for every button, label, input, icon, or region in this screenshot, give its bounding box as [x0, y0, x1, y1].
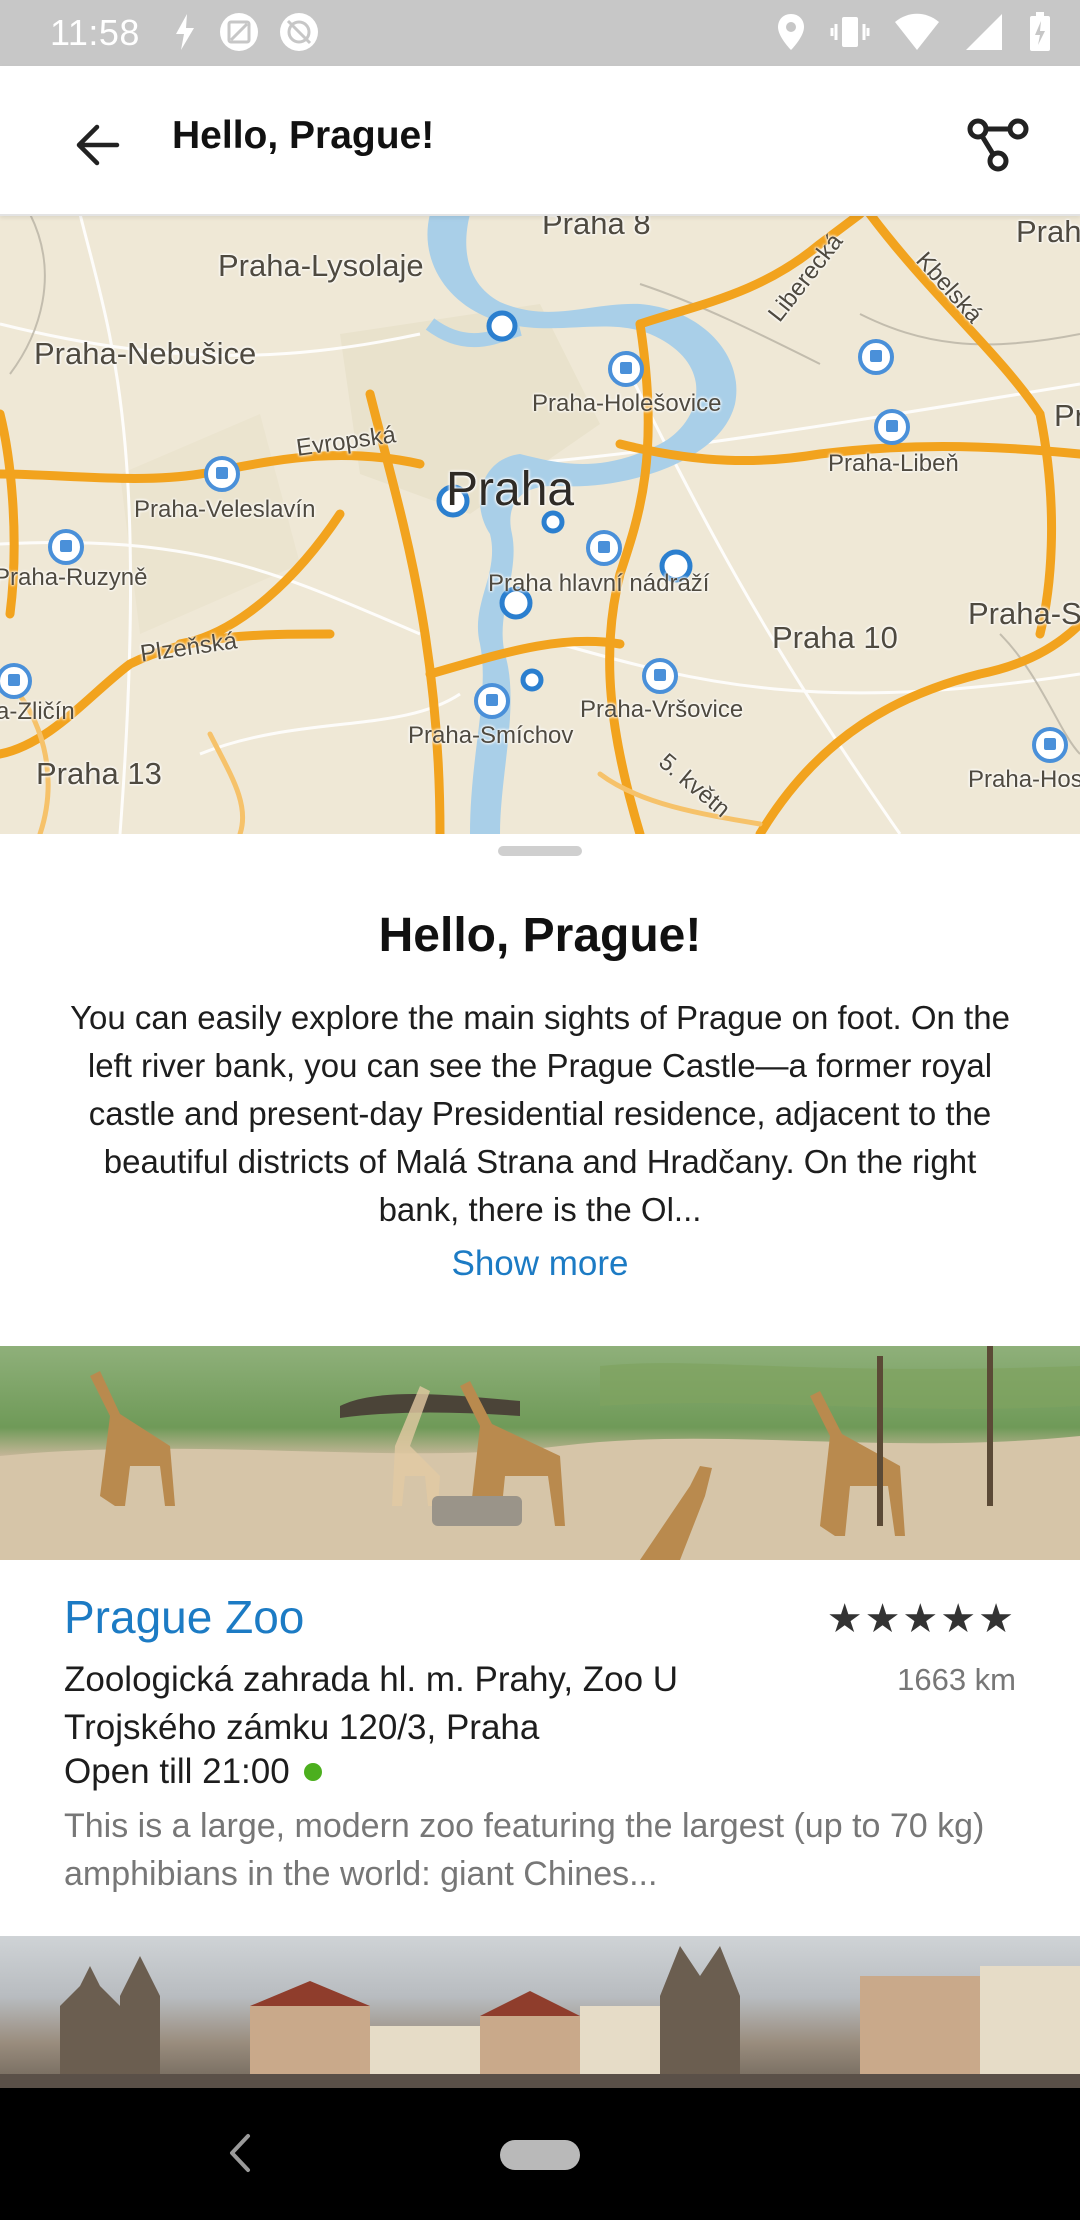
- map-label-hlavni: Praha hlavní nádraží: [488, 570, 710, 597]
- place-photo-zoo[interactable]: [0, 1346, 1080, 1560]
- system-nav-bar: [0, 2088, 1080, 2220]
- map-label-praha10: Praha 10: [772, 620, 898, 655]
- nav-home-pill[interactable]: [500, 2140, 580, 2170]
- nav-back-icon[interactable]: [222, 2128, 258, 2178]
- map-view[interactable]: Praha 8 Praha-Lysolaje Praha-Nebušice Pr…: [0, 214, 1080, 834]
- route-icon: [967, 118, 1029, 172]
- place-hours-text: Open till 21:00: [64, 1752, 290, 1791]
- map-label-pr: Pr: [1054, 398, 1080, 433]
- place-distance: 1663 km: [897, 1662, 1016, 1697]
- giraffe-photo-illustration: [0, 1346, 1080, 1560]
- open-status-dot: [303, 1763, 322, 1781]
- map-label-praha-s: Praha-S: [968, 596, 1080, 631]
- status-left-icons: [170, 11, 320, 53]
- show-more-link[interactable]: Show more: [0, 1244, 1080, 1284]
- wifi-icon: [895, 13, 939, 50]
- map-label-veleslavin: Praha-Veleslavín: [134, 496, 316, 523]
- map-label-praha8: Praha 8: [542, 214, 651, 241]
- arrow-left-icon: [76, 124, 120, 166]
- map-label-smichov: Praha-Smíchov: [408, 722, 574, 749]
- signal-icon: [966, 14, 1002, 50]
- back-button[interactable]: [62, 110, 132, 180]
- map-label-ruzyne: Praha-Ruzyně: [0, 564, 148, 591]
- sheet-drag-handle[interactable]: [498, 846, 582, 856]
- old-town-photo-illustration: [0, 1946, 1080, 2088]
- map-label-hos: Praha-Hos: [968, 766, 1080, 793]
- route-button[interactable]: [960, 106, 1036, 182]
- sheet-title: Hello, Prague!: [378, 909, 702, 962]
- map-label-nebusice: Praha-Nebušice: [34, 336, 257, 371]
- status-time: 11:58: [50, 12, 140, 53]
- map-label-praha: Praha: [446, 463, 575, 516]
- screenshot-icon: [220, 13, 258, 51]
- map-label-holesovice: Praha-Holešovice: [532, 390, 722, 417]
- sheet-description: You can easily explore the main sights o…: [70, 999, 1010, 1228]
- location-icon: [778, 14, 804, 50]
- map-label-zlicin: a-Zličín: [0, 698, 75, 725]
- status-right-icons: [776, 11, 1052, 53]
- map-label-lysolaje: Praha-Lysolaje: [218, 248, 424, 283]
- flash-icon: [176, 14, 194, 50]
- app-bar: Hello, Prague!: [0, 66, 1080, 216]
- place-description: This is a large, modern zoo featuring th…: [64, 1807, 985, 1893]
- rating-stars: ★★★★★: [826, 1597, 1016, 1641]
- place-title[interactable]: Prague Zoo: [64, 1590, 304, 1644]
- sync-disabled-icon: [280, 13, 318, 51]
- page-title: Hello, Prague!: [172, 114, 435, 157]
- map-label-liben: Praha-Libeň: [828, 450, 959, 477]
- place-photo-old-town[interactable]: [0, 1936, 1080, 2088]
- map-label-praha13: Praha 13: [36, 756, 162, 791]
- map-label-prah: Prah: [1016, 214, 1080, 249]
- vibrate-icon: [830, 17, 870, 47]
- battery-charging-icon: [1030, 12, 1050, 51]
- place-hours: Open till 21:00: [64, 1752, 322, 1792]
- status-bar: 11:58: [0, 0, 1080, 66]
- place-address: Zoologická zahrada hl. m. Prahy, Zoo U T…: [64, 1660, 679, 1747]
- map-label-vrsovice: Praha-Vršovice: [580, 696, 744, 723]
